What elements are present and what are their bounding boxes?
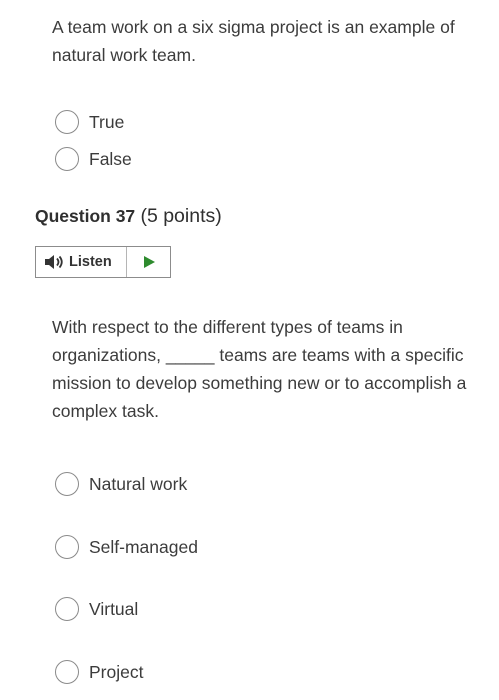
listen-label: Listen xyxy=(69,254,112,270)
speaker-icon xyxy=(45,255,63,269)
question-header: Question 37 (5 points) xyxy=(35,205,222,228)
radio-icon[interactable] xyxy=(55,535,79,559)
question-number: Question 37 xyxy=(35,206,136,226)
play-button[interactable] xyxy=(127,247,170,277)
question-text: With respect to the different types of t… xyxy=(52,317,467,421)
radio-icon[interactable] xyxy=(55,110,79,134)
play-icon xyxy=(143,256,155,268)
option-true[interactable]: True xyxy=(55,108,124,136)
option-label: True xyxy=(89,111,125,132)
radio-icon[interactable] xyxy=(55,660,79,684)
option-label: Virtual xyxy=(89,598,139,619)
listen-toolbar: Listen xyxy=(35,246,171,278)
radio-icon[interactable] xyxy=(55,472,79,496)
option-label: False xyxy=(89,148,132,169)
option-self-managed[interactable]: Self-managed xyxy=(55,533,198,561)
radio-icon[interactable] xyxy=(55,597,79,621)
option-project[interactable]: Project xyxy=(55,658,143,686)
previous-question-text: A team work on a six sigma project is an… xyxy=(52,17,455,65)
option-false[interactable]: False xyxy=(55,145,132,173)
option-natural-work[interactable]: Natural work xyxy=(55,470,187,498)
option-label: Natural work xyxy=(89,473,188,494)
radio-icon[interactable] xyxy=(55,147,79,171)
question-points: (5 points) xyxy=(140,205,222,227)
option-virtual[interactable]: Virtual xyxy=(55,595,138,623)
option-label: Self-managed xyxy=(89,536,198,557)
option-label: Project xyxy=(89,661,144,682)
listen-button[interactable]: Listen xyxy=(36,247,127,277)
